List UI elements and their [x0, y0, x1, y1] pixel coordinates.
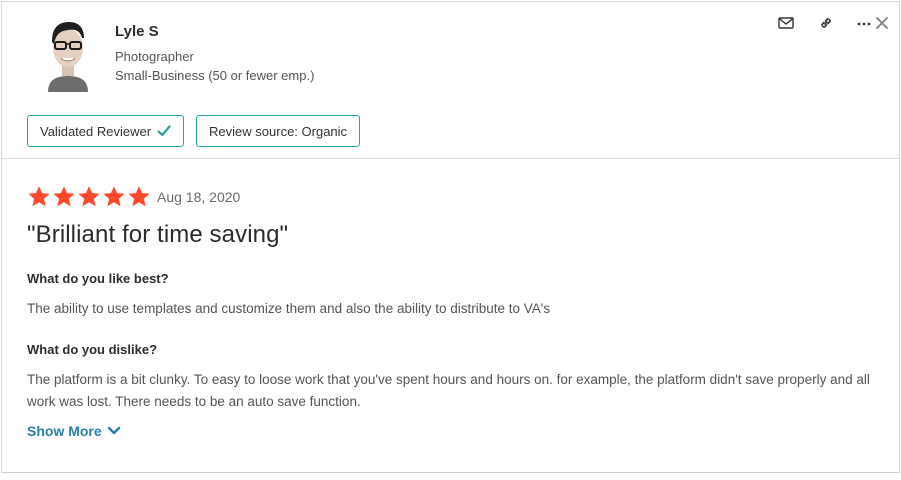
reviewer-role: Photographer — [115, 49, 194, 64]
review-date: Aug 18, 2020 — [157, 189, 241, 205]
mail-icon — [778, 17, 794, 29]
link-icon — [821, 18, 831, 28]
review-content: Aug 18, 2020 "Brilliant for time saving"… — [27, 185, 879, 441]
chevron-down-icon — [107, 426, 120, 435]
close-button[interactable] — [873, 14, 891, 32]
reviewer-badges: Validated Reviewer Review source: Organi… — [27, 115, 361, 147]
star-rating — [27, 185, 151, 209]
question-like-best: What do you like best? — [27, 271, 169, 286]
reviewer-company-size: Small-Business (50 or fewer emp.) — [115, 68, 315, 83]
star-icon — [53, 186, 75, 207]
copy-link-button[interactable] — [817, 14, 835, 32]
more-icon — [857, 22, 871, 26]
review-actions — [777, 14, 891, 32]
more-close-group — [857, 14, 891, 32]
star-icon — [28, 186, 50, 207]
close-icon — [876, 17, 888, 29]
rating-row: Aug 18, 2020 — [27, 185, 879, 209]
review-source-label: Review source: Organic — [209, 123, 348, 139]
star-icon — [128, 186, 150, 207]
answer-like-best: The ability to use templates and customi… — [27, 301, 551, 316]
more-options-button[interactable] — [857, 14, 871, 32]
question-dislike: What do you dislike? — [27, 342, 158, 357]
review-title: "Brilliant for time saving" — [27, 221, 289, 248]
email-button[interactable] — [777, 14, 795, 32]
answer-dislike: The platform is a bit clunky. To easy to… — [27, 372, 870, 409]
validated-reviewer-label: Validated Reviewer — [40, 123, 152, 139]
review-card: Lyle S Photographer Small-Business (50 o… — [1, 1, 900, 473]
star-icon — [78, 186, 100, 207]
reviewer-name: Lyle S — [115, 23, 159, 40]
star-icon — [103, 186, 125, 207]
review-source-badge[interactable]: Review source: Organic — [196, 115, 361, 147]
reviewer-header: Lyle S Photographer Small-Business (50 o… — [2, 2, 899, 159]
show-more-link[interactable]: Show More — [27, 423, 120, 439]
validated-reviewer-badge[interactable]: Validated Reviewer — [27, 115, 185, 147]
check-icon — [157, 125, 171, 137]
avatar — [42, 16, 94, 92]
show-more-label: Show More — [27, 423, 102, 439]
